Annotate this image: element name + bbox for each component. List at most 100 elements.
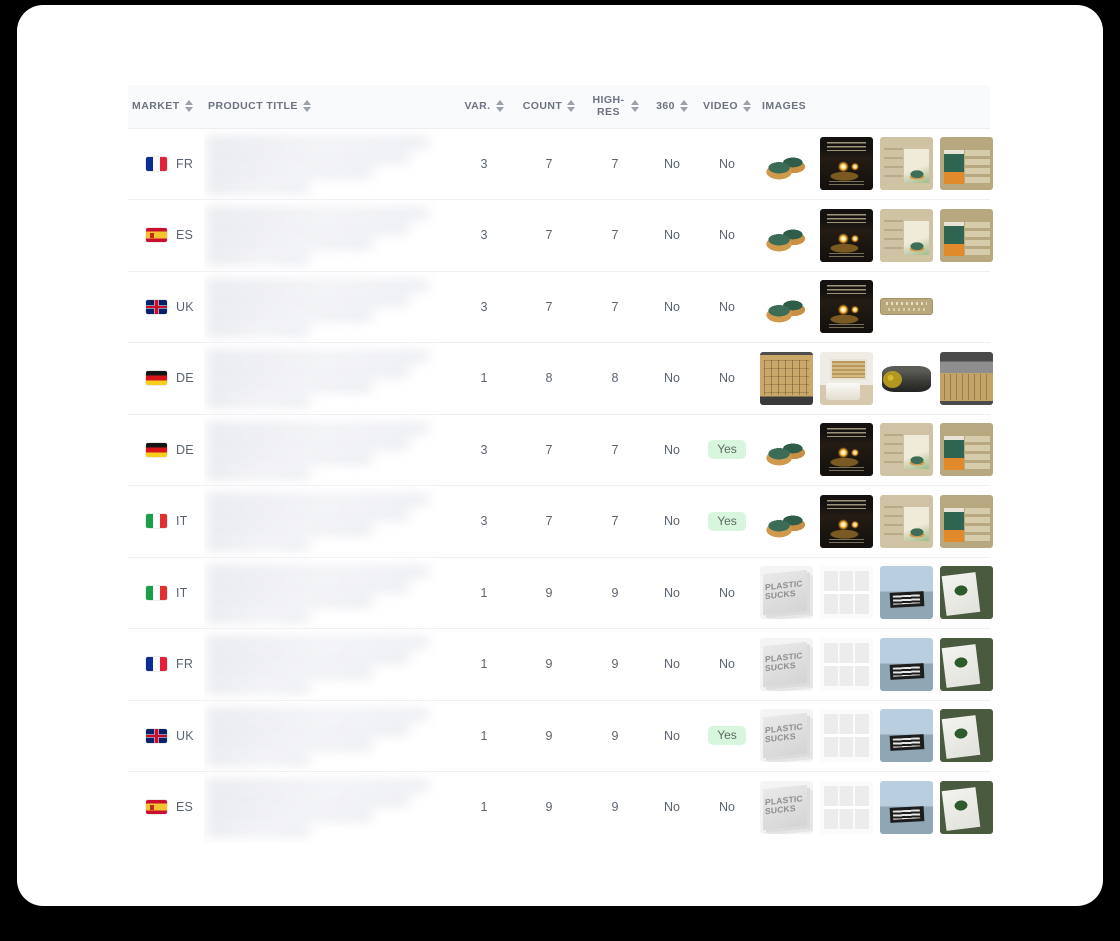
column-header-360[interactable]: 360 — [648, 85, 696, 129]
thumbnail-plastic-sucks[interactable]: PLASTIC SUCKS — [760, 637, 813, 691]
thumbnail-candle-featurelist[interactable] — [940, 137, 993, 191]
table-row[interactable]: UK 3 7 7 No No — [128, 271, 990, 343]
column-header-high-res[interactable]: HIGH-RES — [582, 85, 648, 129]
thumbnail-candle-lit[interactable] — [820, 280, 873, 334]
table-row[interactable]: FR 3 7 7 No No — [128, 128, 993, 200]
thumbnail-candle-pair[interactable] — [760, 494, 813, 548]
cell-video: Yes — [696, 700, 758, 772]
column-label-video: VIDEO — [703, 100, 738, 113]
thumbnail-plastic-sucks[interactable]: PLASTIC SUCKS — [760, 709, 813, 763]
thumbnail-gold-banner[interactable] — [880, 298, 933, 316]
thumbnail-candle-infocard[interactable] — [880, 494, 933, 548]
cell-product-title[interactable] — [204, 485, 452, 558]
thumbnail-plastic-sucks[interactable]: PLASTIC SUCKS — [760, 566, 813, 620]
cell-market: FR — [128, 628, 204, 701]
thumbnail-poster-grid[interactable] — [820, 566, 873, 620]
thumbnail-candle-featurelist[interactable] — [940, 423, 993, 477]
thumbnail-plant-here[interactable] — [940, 709, 993, 763]
thumbnail-plant-here[interactable] — [940, 637, 993, 691]
cell-360-value: No — [664, 800, 680, 815]
thumbnail-candle-infocard[interactable] — [880, 208, 933, 262]
video-status-value: No — [719, 228, 735, 243]
thumbnail-candle-lit[interactable] — [820, 494, 873, 548]
sort-icon-market[interactable] — [184, 100, 193, 113]
thumbnail-blind-room[interactable] — [820, 351, 873, 405]
table-row[interactable]: ES 3 7 7 No No — [128, 199, 993, 272]
cell-high-res: 7 — [582, 199, 648, 272]
thumbnail-candle-featurelist[interactable] — [940, 208, 993, 262]
cell-product-title[interactable] — [204, 628, 452, 701]
product-title-redacted[interactable] — [204, 343, 452, 414]
thumbnail-candle-lit[interactable] — [820, 137, 873, 191]
cell-product-title[interactable] — [204, 342, 452, 415]
thumbnail-caption: PLASTIC SUCKS — [765, 721, 807, 745]
thumbnail-candle-pair[interactable] — [760, 423, 813, 477]
cell-product-title[interactable] — [204, 271, 452, 343]
thumbnail-candle-lit[interactable] — [820, 208, 873, 262]
cell-360: No — [648, 342, 696, 415]
thumbnail-poster-grid[interactable] — [820, 637, 873, 691]
table-row[interactable]: DE 3 7 7 No Yes — [128, 414, 993, 486]
thumbnail-poster-grid[interactable] — [820, 780, 873, 834]
sort-icon-video[interactable] — [742, 100, 751, 113]
table-row[interactable]: IT 3 7 7 No Yes — [128, 485, 993, 558]
product-title-redacted[interactable] — [204, 486, 452, 557]
cell-count: 7 — [516, 485, 582, 558]
thumbnail-candle-featurelist[interactable] — [940, 494, 993, 548]
product-title-redacted[interactable] — [204, 200, 452, 271]
cell-product-title[interactable] — [204, 128, 452, 200]
table-row[interactable]: ES 1 9 9 No No PLASTIC SUCKS — [128, 771, 993, 843]
cell-product-title[interactable] — [204, 557, 452, 629]
cell-product-title[interactable] — [204, 414, 452, 486]
product-title-redacted[interactable] — [204, 272, 452, 343]
thumbnail-protest-photo[interactable] — [880, 637, 933, 691]
flag-icon-es — [146, 800, 167, 815]
column-header-video[interactable]: VIDEO — [696, 85, 758, 129]
column-header-market[interactable]: MARKET — [128, 85, 204, 129]
thumbnail-candle-infocard[interactable] — [880, 423, 933, 477]
sort-icon-count[interactable] — [567, 100, 576, 113]
cell-product-title[interactable] — [204, 700, 452, 772]
flag-icon-fr — [146, 156, 167, 171]
thumbnail-blind-spec[interactable] — [940, 351, 993, 405]
column-header-count[interactable]: COUNT — [516, 85, 582, 129]
product-title-redacted[interactable] — [204, 129, 452, 200]
cell-var: 3 — [452, 271, 516, 343]
thumbnail-plant-here[interactable] — [940, 566, 993, 620]
cell-product-title[interactable] — [204, 772, 452, 843]
thumbnail-protest-photo[interactable] — [880, 566, 933, 620]
sort-icon-360[interactable] — [679, 100, 688, 113]
thumbnail-blind-roll[interactable] — [880, 351, 933, 405]
product-title-redacted[interactable] — [204, 558, 452, 629]
table-row[interactable]: UK 1 9 9 No Yes PLASTIC SUCKS — [128, 700, 993, 772]
sort-icon-var[interactable] — [495, 100, 504, 113]
thumbnail-blind-screen[interactable] — [760, 351, 813, 405]
sort-icon-high-res[interactable] — [630, 100, 639, 113]
sort-icon-product-title[interactable] — [302, 100, 311, 113]
table-row[interactable]: FR 1 9 9 No No PLASTIC SUCKS — [128, 628, 993, 701]
thumbnail-protest-photo[interactable] — [880, 709, 933, 763]
thumbnail-plant-here[interactable] — [940, 780, 993, 834]
product-title-redacted[interactable] — [204, 415, 452, 486]
table-row[interactable]: DE 1 8 8 No No — [128, 342, 993, 415]
cell-video: No — [696, 628, 758, 701]
cell-product-title[interactable] — [204, 199, 452, 272]
thumbnail-poster-grid[interactable] — [820, 709, 873, 763]
cell-360: No — [648, 485, 696, 558]
thumbnail-candle-pair[interactable] — [760, 280, 813, 334]
product-title-redacted[interactable] — [204, 629, 452, 700]
table-row[interactable]: IT 1 9 9 No No PLASTIC SUCKS — [128, 557, 993, 629]
product-title-redacted[interactable] — [204, 772, 452, 843]
thumbnail-strip: PLASTIC SUCKS — [760, 637, 993, 691]
product-title-redacted[interactable] — [204, 701, 452, 772]
cell-var-value: 1 — [480, 585, 488, 600]
thumbnail-protest-photo[interactable] — [880, 780, 933, 834]
thumbnail-candle-lit[interactable] — [820, 423, 873, 477]
column-header-product-title[interactable]: PRODUCT TITLE — [204, 85, 452, 129]
cell-high-res: 7 — [582, 414, 648, 486]
thumbnail-candle-pair[interactable] — [760, 137, 813, 191]
thumbnail-candle-pair[interactable] — [760, 208, 813, 262]
thumbnail-plastic-sucks[interactable]: PLASTIC SUCKS — [760, 780, 813, 834]
column-header-var[interactable]: VAR. — [452, 85, 516, 129]
thumbnail-candle-infocard[interactable] — [880, 137, 933, 191]
